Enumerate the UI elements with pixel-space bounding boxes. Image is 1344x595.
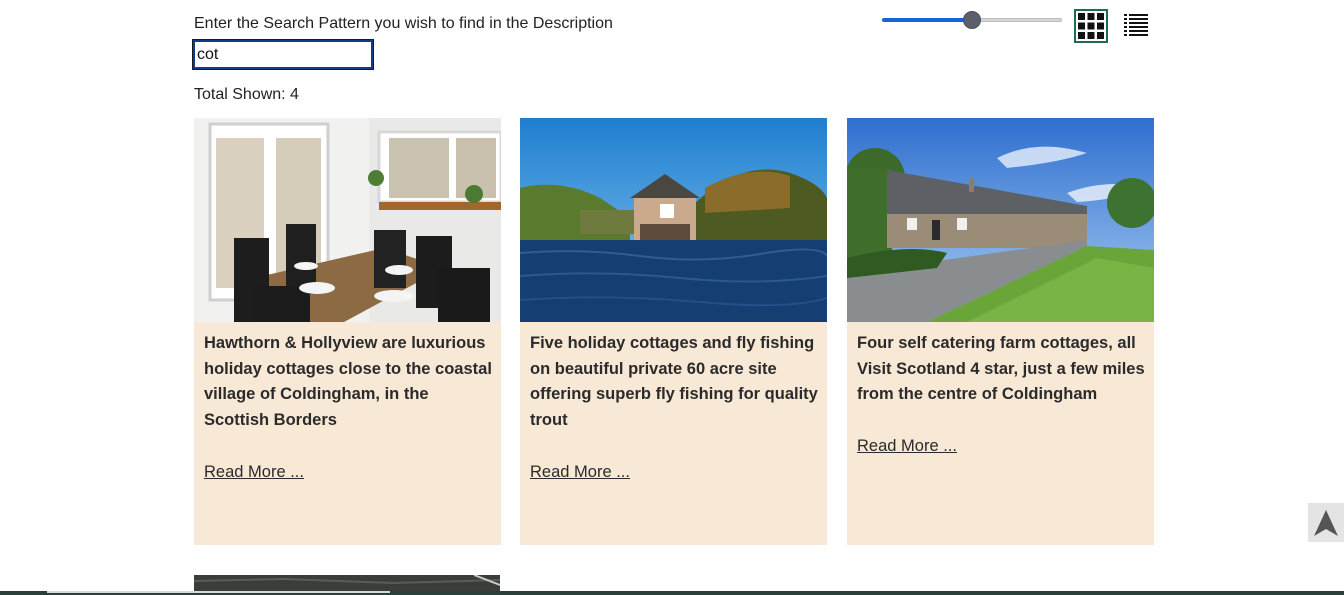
back-to-top-button[interactable] <box>1308 503 1344 542</box>
grid-view-button[interactable] <box>1074 9 1108 43</box>
cottage-card[interactable]: Four self catering farm cottages, all Vi… <box>847 118 1154 545</box>
boathouse-on-loch-photo <box>520 118 827 322</box>
search-label: Enter the Search Pattern you wish to fin… <box>194 15 613 32</box>
cottage-description: Hawthorn & Hollyview are luxurious holid… <box>204 334 492 429</box>
read-more-link[interactable]: Read More ... <box>857 437 957 456</box>
dining-room-photo <box>194 118 501 322</box>
bottom-scroll-edge <box>0 591 1344 595</box>
farm-cottages-row-photo <box>847 118 1154 322</box>
search-input[interactable] <box>192 39 374 70</box>
cottage-description: Five holiday cottages and fly fishing on… <box>530 334 818 429</box>
read-more-link[interactable]: Read More ... <box>530 463 630 482</box>
cottage-description: Four self catering farm cottages, all Vi… <box>857 334 1145 403</box>
slider-thumb[interactable] <box>963 11 981 29</box>
slider-fill <box>882 18 972 22</box>
list-view-button[interactable] <box>1122 11 1150 41</box>
cottage-card[interactable]: Hawthorn & Hollyview are luxurious holid… <box>194 118 501 545</box>
list-view-icon <box>1124 14 1148 36</box>
arrow-up-icon <box>1314 509 1338 536</box>
total-shown: Total Shown: 4 <box>194 86 299 103</box>
grid-view-icon <box>1078 13 1104 39</box>
cottage-card[interactable]: Five holiday cottages and fly fishing on… <box>520 118 827 545</box>
read-more-link[interactable]: Read More ... <box>204 463 304 482</box>
size-slider[interactable] <box>882 10 1062 30</box>
